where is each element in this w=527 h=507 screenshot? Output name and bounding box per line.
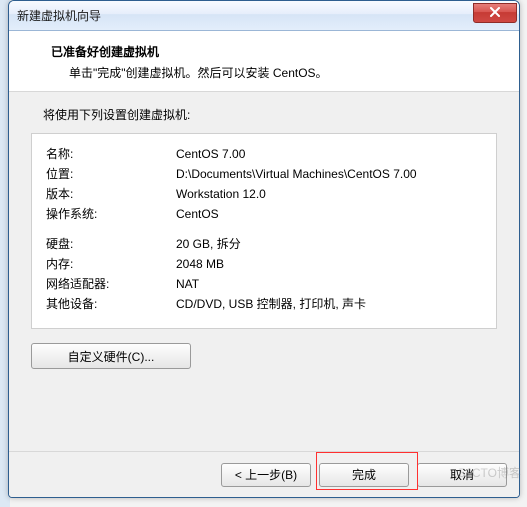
wizard-header: 已准备好创建虚拟机 单击"完成"创建虚拟机。然后可以安装 CentOS。 (9, 31, 519, 92)
setting-value: D:\Documents\Virtual Machines\CentOS 7.0… (176, 164, 482, 184)
setting-row: 网络适配器:NAT (46, 274, 482, 294)
setting-value: CentOS (176, 204, 482, 224)
setting-label: 版本: (46, 184, 176, 204)
setting-value: CentOS 7.00 (176, 144, 482, 164)
close-button[interactable] (473, 3, 517, 23)
setting-row: 位置:D:\Documents\Virtual Machines\CentOS … (46, 164, 482, 184)
setting-label: 内存: (46, 254, 176, 274)
close-icon (489, 7, 501, 18)
setting-row: 其他设备:CD/DVD, USB 控制器, 打印机, 声卡 (46, 294, 482, 314)
settings-intro: 将使用下列设置创建虚拟机: (31, 106, 497, 123)
setting-value: NAT (176, 274, 482, 294)
settings-summary-box: 名称:CentOS 7.00 位置:D:\Documents\Virtual M… (31, 133, 497, 329)
titlebar: 新建虚拟机向导 (9, 1, 519, 31)
customize-hardware-button[interactable]: 自定义硬件(C)... (31, 343, 191, 369)
setting-row: 版本:Workstation 12.0 (46, 184, 482, 204)
setting-label: 硬盘: (46, 234, 176, 254)
wizard-subtitle: 单击"完成"创建虚拟机。然后可以安装 CentOS。 (33, 64, 499, 81)
window-title: 新建虚拟机向导 (17, 7, 473, 24)
wizard-content: 将使用下列设置创建虚拟机: 名称:CentOS 7.00 位置:D:\Docum… (9, 92, 519, 451)
setting-row: 操作系统:CentOS (46, 204, 482, 224)
setting-label: 操作系统: (46, 204, 176, 224)
setting-label: 网络适配器: (46, 274, 176, 294)
back-button[interactable]: < 上一步(B) (221, 463, 311, 487)
cancel-button[interactable]: 取消 (417, 463, 507, 487)
finish-button[interactable]: 完成 (319, 463, 409, 487)
setting-value: 2048 MB (176, 254, 482, 274)
setting-label: 名称: (46, 144, 176, 164)
setting-row: 硬盘:20 GB, 拆分 (46, 234, 482, 254)
new-vm-wizard-dialog: 新建虚拟机向导 已准备好创建虚拟机 单击"完成"创建虚拟机。然后可以安装 Cen… (8, 0, 520, 498)
wizard-title: 已准备好创建虚拟机 (33, 43, 499, 60)
setting-value: 20 GB, 拆分 (176, 234, 482, 254)
setting-value: CD/DVD, USB 控制器, 打印机, 声卡 (176, 294, 482, 314)
setting-row: 名称:CentOS 7.00 (46, 144, 482, 164)
setting-label: 位置: (46, 164, 176, 184)
setting-row: 内存:2048 MB (46, 254, 482, 274)
setting-label: 其他设备: (46, 294, 176, 314)
wizard-footer: < 上一步(B) 完成 取消 (9, 451, 519, 497)
setting-value: Workstation 12.0 (176, 184, 482, 204)
